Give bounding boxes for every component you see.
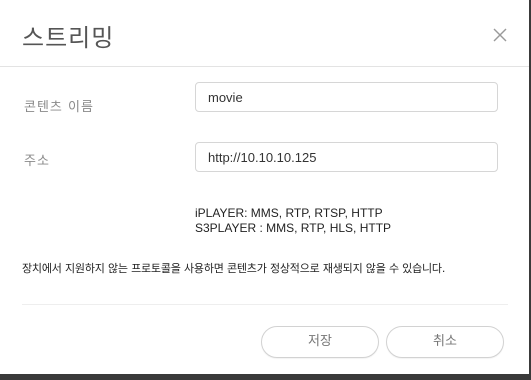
address-label: 주소 — [24, 154, 50, 169]
footer-divider — [22, 304, 508, 305]
close-icon — [493, 28, 507, 42]
cancel-button[interactable]: 취소 — [386, 326, 504, 358]
content-name-label: 콘텐츠 이름 — [24, 100, 94, 115]
dialog-header: 스트리밍 — [0, 0, 529, 67]
iplayer-protocols: iPLAYER: MMS, RTP, RTSP, HTTP — [195, 206, 383, 220]
supported-protocols: iPLAYER: MMS, RTP, RTSP, HTTP S3PLAYER :… — [195, 206, 391, 236]
page: 스트리밍 콘텐츠 이름 주소 iPLAYER: MMS, RTP, RTSP, … — [0, 0, 531, 380]
close-button[interactable] — [489, 24, 511, 46]
s3player-protocols: S3PLAYER : MMS, RTP, HLS, HTTP — [195, 221, 392, 235]
address-input[interactable] — [195, 142, 498, 172]
protocol-notice: 장치에서 지원하지 않는 프로토콜을 사용하면 콘텐츠가 정상적으로 재생되지 … — [22, 262, 446, 275]
save-button[interactable]: 저장 — [261, 326, 379, 358]
streaming-dialog: 스트리밍 콘텐츠 이름 주소 iPLAYER: MMS, RTP, RTSP, … — [0, 0, 529, 374]
content-name-input[interactable] — [195, 82, 498, 112]
window-edge-bottom — [0, 374, 531, 380]
dialog-title: 스트리밍 — [22, 24, 115, 52]
